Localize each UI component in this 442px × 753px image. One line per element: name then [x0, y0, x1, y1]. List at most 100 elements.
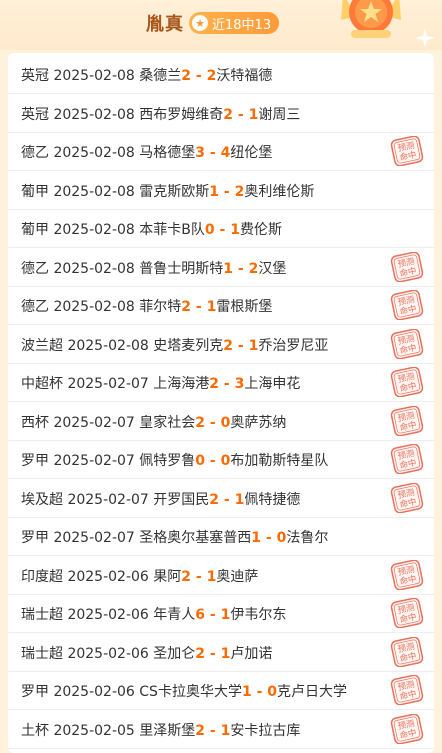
match-row[interactable]: 英冠 2025-02-08 桑德兰2 - 2沃特福德	[8, 55, 434, 94]
match-row[interactable]: 德乙 2025-02-08 普鲁士明斯特1 - 2汉堡 预测 命中	[8, 248, 434, 287]
league: 英冠	[21, 68, 49, 84]
match-row[interactable]: 葡甲 2025-02-08 本菲卡B队0 - 1费伦斯	[8, 209, 434, 248]
score-separator: -	[195, 299, 202, 315]
match-row[interactable]: 英冠 2025-02-08 西布罗姆维奇2 - 1谢周三	[8, 94, 434, 133]
away-team: 乔治罗尼亚	[258, 337, 329, 354]
date: 2025-02-08	[53, 299, 135, 315]
home-score: 2	[181, 68, 192, 84]
match-row[interactable]: 埃及超 2025-02-07 开罗国民2 - 1佩特捷德 预测 命中	[8, 479, 434, 518]
hit-stamp-icon: 预测命中	[390, 290, 424, 320]
match-row[interactable]: 德乙 2025-02-08 马格德堡3 - 4纽伦堡 预测 命中	[8, 132, 434, 171]
away-team: 上海申花	[244, 376, 301, 392]
league: 葡甲	[21, 222, 49, 238]
home-score: 1	[223, 260, 234, 277]
home-team: 本菲卡B队	[139, 222, 205, 238]
date: 2025-02-07	[53, 414, 135, 431]
match-row[interactable]: 中超杯 2025-02-07 上海海港2 - 3上海申花 预测 命中	[8, 363, 434, 402]
home-score: 2	[195, 414, 206, 431]
home-score: 6	[195, 607, 206, 623]
league: 中超杯	[21, 376, 63, 392]
home-score: 2	[195, 645, 206, 662]
medal-icon	[341, 0, 401, 38]
home-team: 马格德堡	[139, 145, 196, 161]
score-separator: -	[209, 145, 216, 161]
hit-stamp-icon: 预测命中	[390, 559, 424, 590]
away-score: 0	[267, 684, 278, 700]
match-row[interactable]: 葡甲 2025-02-08 雷克斯欧斯1 - 2奥利维伦斯	[8, 171, 434, 210]
away-team: 沃特福德	[216, 68, 273, 84]
date: 2025-02-05	[53, 722, 135, 739]
date: 2025-02-08	[53, 183, 135, 200]
match-text: 罗甲 2025-02-07 佩特罗鲁0 - 0布加勒斯特星队	[21, 450, 328, 470]
home-team: 雷克斯欧斯	[139, 183, 210, 200]
match-row[interactable]: 罗甲 2025-02-07 佩特罗鲁0 - 0布加勒斯特星队 预测 命中	[8, 440, 434, 479]
match-row[interactable]: 西杯 2025-02-07 皇家社会2 - 0奥萨苏纳 预测 命中	[8, 402, 434, 441]
away-team: 法鲁尔	[286, 530, 329, 546]
home-team: 圣格奥尔基塞普西	[139, 530, 252, 546]
match-row[interactable]: 印度超 2025-02-06 果阿2 - 1奥迪萨 预测 命中	[8, 556, 434, 595]
match-text: 印度超 2025-02-06 果阿2 - 1奥迪萨	[21, 566, 258, 586]
home-team: 上海海港	[153, 376, 210, 392]
home-team: 史塔麦列克	[153, 337, 224, 354]
score-separator: -	[265, 530, 272, 546]
away-score: 1	[220, 645, 231, 662]
hit-stamp-icon: 预测命中	[390, 328, 424, 359]
hit-stamp-icon: 预测命中	[390, 636, 424, 667]
match-text: 德乙 2025-02-08 普鲁士明斯特1 - 2汉堡	[21, 258, 286, 278]
home-score: 2	[181, 299, 192, 315]
match-row[interactable]: 波兰超 2025-02-08 史塔麦列克2 - 1乔治罗尼亚 预测 命中	[8, 325, 434, 364]
home-score: 1	[241, 684, 252, 700]
home-score: 2	[195, 722, 206, 739]
hit-stamp-icon: 预测命中	[390, 482, 424, 513]
away-score: 3	[234, 376, 245, 392]
date: 2025-02-08	[53, 260, 135, 277]
expert-title: 胤真 ★ 近18中13	[146, 11, 280, 35]
date: 2025-02-08	[53, 145, 135, 161]
match-row[interactable]: 瑞士超 2025-02-06 年青人6 - 1伊韦尔东 预测 命中	[8, 594, 434, 633]
away-score: 2	[234, 183, 245, 200]
home-team: 圣加仑	[153, 645, 196, 662]
match-row[interactable]: 瑞士超 2025-02-06 圣加仑2 - 1卢加诺 预测 命中	[8, 633, 434, 672]
date: 2025-02-06	[67, 568, 149, 585]
match-list: 英冠 2025-02-08 桑德兰2 - 2沃特福德 英冠 2025-02-08 …	[8, 53, 434, 753]
score-separator: -	[209, 645, 216, 662]
home-score: 1	[251, 530, 262, 546]
expert-name: 胤真	[146, 14, 184, 35]
home-score: 0	[195, 453, 206, 469]
match-row[interactable]: 罗甲 2025-02-06 CS卡拉奥华大学1 - 0克卢日大学 预测 命中	[8, 671, 434, 710]
match-text: 埃及超 2025-02-07 开罗国民2 - 1佩特捷德	[21, 489, 300, 509]
match-row[interactable]: 罗甲 2025-02-07 圣格奥尔基塞普西1 - 0法鲁尔	[8, 517, 434, 556]
league: 印度超	[21, 568, 63, 585]
match-row[interactable]: 土杯 2025-02-05 里泽斯堡2 - 1安卡拉古库 预测 命中	[8, 710, 434, 749]
home-team: 桑德兰	[139, 68, 182, 84]
away-score: 0	[220, 453, 231, 469]
away-score: 4	[220, 145, 231, 161]
match-row[interactable]: 德乙 2025-02-08 菲尔特2 - 1雷根斯堡 预测 命中	[8, 286, 434, 325]
hit-stamp-icon: 预测命中	[390, 713, 424, 744]
league: 埃及超	[21, 491, 63, 508]
score-separator: -	[237, 337, 244, 354]
home-team: 菲尔特	[139, 299, 182, 315]
match-text: 波兰超 2025-02-08 史塔麦列克2 - 1乔治罗尼亚	[21, 335, 328, 355]
league: 德乙	[21, 299, 49, 315]
home-score: 1	[209, 183, 220, 200]
home-team: CS卡拉奥华大学	[139, 684, 242, 700]
match-text: 瑞士超 2025-02-06 年青人6 - 1伊韦尔东	[21, 604, 286, 624]
match-text: 葡甲 2025-02-08 本菲卡B队0 - 1费伦斯	[21, 219, 282, 239]
match-text: 瑞士超 2025-02-06 圣加仑2 - 1卢加诺	[21, 643, 272, 663]
away-team: 纽伦堡	[230, 145, 273, 161]
away-score: 1	[220, 722, 231, 739]
away-score: 2	[248, 260, 259, 277]
score-separator: -	[209, 414, 216, 431]
home-score: 2	[223, 337, 234, 354]
away-score: 0	[276, 530, 287, 546]
league: 瑞士超	[21, 645, 63, 662]
date: 2025-02-06	[53, 684, 135, 700]
league: 罗甲	[21, 453, 49, 469]
hit-stamp-icon: 预测命中	[390, 367, 424, 397]
date: 2025-02-07	[67, 491, 149, 508]
away-score: 1	[230, 222, 240, 238]
score-separator: -	[195, 568, 202, 585]
date: 2025-02-07	[53, 530, 135, 546]
away-team: 雷根斯堡	[216, 299, 273, 315]
